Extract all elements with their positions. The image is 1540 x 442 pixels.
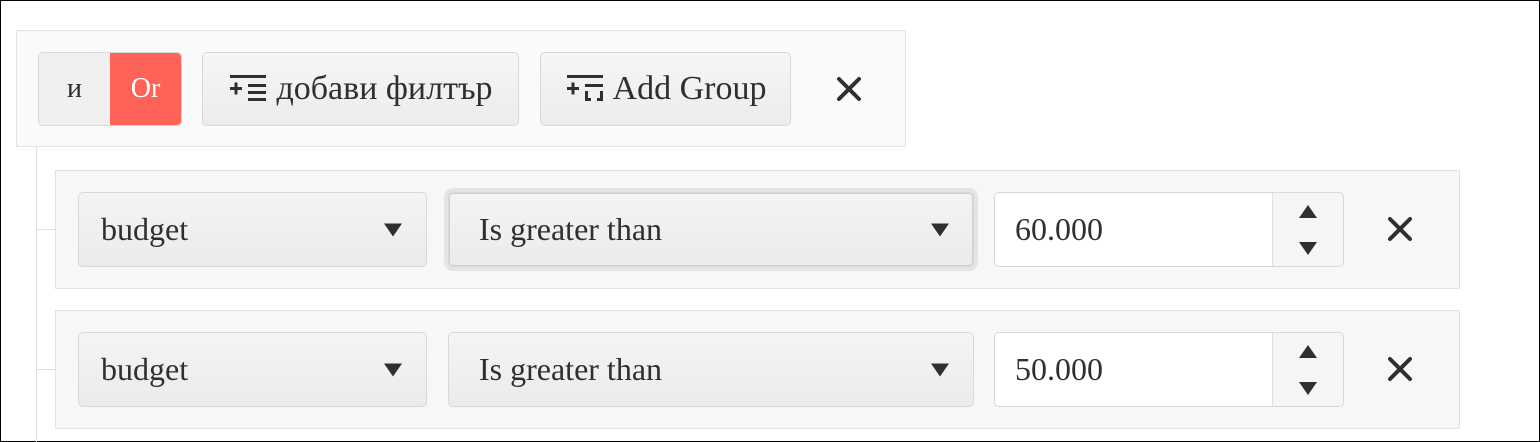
numeric-spinner	[1272, 193, 1343, 266]
dropdown-arrow-icon	[384, 223, 402, 236]
filter-row: budget Is greater than	[55, 170, 1460, 289]
value-input[interactable]	[995, 193, 1273, 266]
arrow-down-icon	[1299, 241, 1317, 255]
remove-filter-button[interactable]	[1383, 212, 1417, 246]
add-group-button[interactable]: Add Group	[540, 52, 791, 126]
operator-dropdown[interactable]: Is greater than	[448, 192, 974, 267]
remove-filter-button[interactable]	[1383, 352, 1417, 386]
remove-group-button[interactable]	[832, 72, 866, 106]
logic-or-button[interactable]: Or	[110, 53, 181, 125]
add-filter-button[interactable]: добави филтър	[202, 52, 519, 126]
field-dropdown-value: budget	[101, 211, 189, 247]
tree-connector-branch	[36, 369, 56, 370]
operator-dropdown[interactable]: Is greater than	[448, 332, 974, 407]
value-numeric-input	[994, 332, 1344, 407]
close-icon	[837, 77, 861, 101]
arrow-down-icon	[1299, 381, 1317, 395]
close-icon	[1388, 357, 1412, 381]
dropdown-arrow-icon	[931, 363, 949, 376]
arrow-up-icon	[1299, 204, 1317, 218]
dropdown-arrow-icon	[931, 223, 949, 236]
add-filter-icon	[230, 75, 267, 101]
tree-connector-line	[36, 147, 37, 442]
logic-operator-toggle: и Or	[38, 52, 182, 126]
add-group-icon	[566, 75, 603, 101]
increase-value-button[interactable]	[1273, 193, 1343, 229]
value-numeric-input	[994, 192, 1344, 267]
close-icon	[1388, 217, 1412, 241]
arrow-up-icon	[1299, 344, 1317, 358]
decrease-value-button[interactable]	[1273, 230, 1343, 266]
add-filter-label: добави филтър	[276, 70, 493, 107]
value-input[interactable]	[995, 333, 1273, 406]
filter-row: budget Is greater than	[55, 310, 1460, 429]
logic-and-button[interactable]: и	[39, 53, 110, 125]
field-dropdown[interactable]: budget	[78, 332, 427, 407]
field-dropdown-value: budget	[101, 351, 189, 387]
decrease-value-button[interactable]	[1273, 370, 1343, 406]
filter-group-toolbar: и Or добави филтър Add Group	[16, 30, 906, 147]
tree-connector-branch	[36, 229, 56, 230]
increase-value-button[interactable]	[1273, 333, 1343, 369]
operator-dropdown-value: Is greater than	[479, 211, 663, 247]
add-group-label: Add Group	[612, 70, 767, 107]
operator-dropdown-value: Is greater than	[479, 351, 663, 387]
dropdown-arrow-icon	[384, 363, 402, 376]
field-dropdown[interactable]: budget	[78, 192, 427, 267]
numeric-spinner	[1272, 333, 1343, 406]
